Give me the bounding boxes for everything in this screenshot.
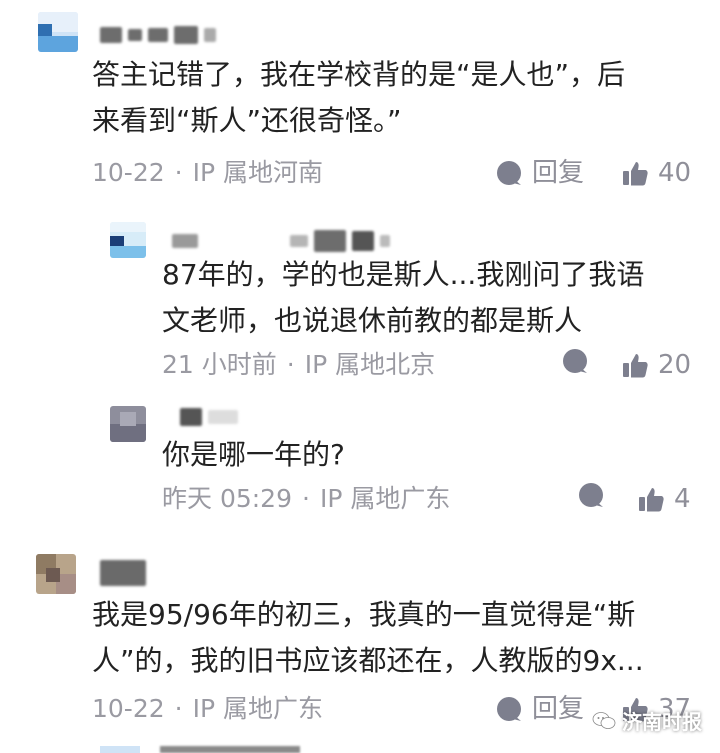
- reply-button[interactable]: [562, 348, 588, 374]
- like-button[interactable]: 40: [622, 156, 691, 190]
- avatar[interactable]: [110, 406, 146, 442]
- username-blurred: [172, 228, 390, 254]
- comment-meta: 昨天 05:29 · IP 属地广东: [162, 482, 450, 516]
- comment-meta: 21 小时前 · IP 属地北京: [162, 348, 435, 382]
- comment-bubble-icon: [563, 349, 587, 373]
- avatar[interactable]: [38, 12, 78, 52]
- like-button[interactable]: 4: [638, 482, 691, 516]
- reply-button[interactable]: [578, 482, 604, 508]
- username-blurred: [100, 560, 146, 586]
- username-blurred: [180, 404, 238, 430]
- comment-bubble-icon: [497, 161, 521, 185]
- ip-location: IP 属地广东: [319, 484, 451, 513]
- next-comment-name-partial: [160, 746, 300, 753]
- reply-item: 你是哪一年的? 昨天 05:29 · IP 属地广东 4: [0, 390, 720, 530]
- comment-text: 你是哪一年的?: [162, 438, 345, 471]
- comment-bubble-icon: [497, 697, 521, 721]
- timestamp: 21 小时前: [162, 350, 277, 379]
- separator: ·: [174, 694, 183, 723]
- comment-bubble-icon: [579, 483, 603, 507]
- comment-text: 87年的，学的也是斯人...我刚问了我语 文老师，也说退休前教的都是斯人: [162, 258, 645, 337]
- comment-meta: 10-22 · IP 属地广东: [92, 692, 323, 726]
- ip-location: IP 属地北京: [304, 350, 436, 379]
- next-comment-avatar-partial: [100, 746, 140, 753]
- avatar[interactable]: [36, 554, 76, 594]
- timestamp: 10-22: [92, 158, 165, 187]
- thumbs-up-icon: [623, 354, 648, 378]
- timestamp: 昨天 05:29: [162, 484, 292, 513]
- comment-text: 答主记错了，我在学校背的是“是人也”，后 来看到“斯人”还很奇怪。”: [92, 58, 626, 137]
- comment-meta: 10-22 · IP 属地河南: [92, 156, 323, 190]
- like-button[interactable]: 20: [622, 348, 691, 382]
- reply-button[interactable]: 回复: [496, 156, 584, 190]
- ip-location: IP 属地广东: [192, 694, 324, 723]
- username-blurred: [100, 22, 216, 48]
- thumbs-up-icon: [623, 162, 648, 186]
- separator: ·: [302, 484, 310, 513]
- separator: ·: [286, 350, 295, 379]
- timestamp: 10-22: [92, 694, 165, 723]
- comment-item: 答主记错了，我在学校背的是“是人也”，后 来看到“斯人”还很奇怪。” 10-22…: [0, 0, 720, 200]
- reply-button[interactable]: 回复: [496, 692, 584, 726]
- avatar[interactable]: [110, 222, 146, 258]
- reply-item: 87年的，学的也是斯人...我刚问了我语 文老师，也说退休前教的都是斯人 21 …: [0, 200, 720, 390]
- thumbs-up-icon: [639, 488, 664, 512]
- wechat-icon: [592, 711, 616, 729]
- separator: ·: [174, 158, 183, 187]
- watermark: 济南时报: [592, 706, 702, 735]
- comment-text: 我是95/96年的初三，我真的一直觉得是“斯 人”的，我的旧书应该都还在，人教版…: [92, 598, 644, 677]
- ip-location: IP 属地河南: [192, 158, 324, 187]
